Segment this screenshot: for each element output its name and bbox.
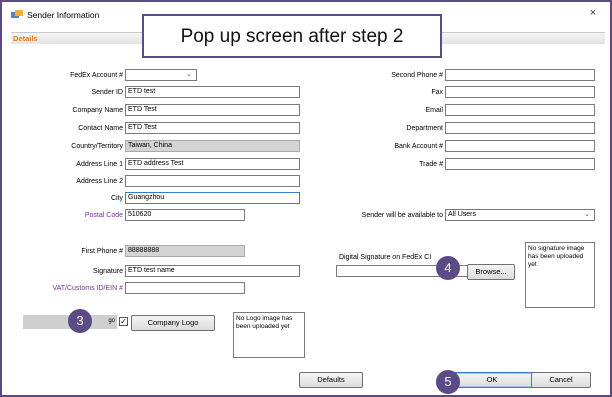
signature-label: Signature <box>93 268 123 275</box>
email-label: Email <box>425 107 443 114</box>
app-icon <box>11 10 23 18</box>
window-title: Sender Information <box>27 10 100 20</box>
signature-image-preview: No signature image has been uploaded yet <box>525 242 595 308</box>
department-label: Department <box>406 125 443 132</box>
city-input[interactable]: Guangzhou <box>125 192 300 204</box>
fax-input[interactable] <box>445 86 595 98</box>
address-line-2-label: Address Line 2 <box>76 178 123 185</box>
checkbox-checked-icon[interactable]: ✓ <box>119 317 128 326</box>
trade-input[interactable] <box>445 158 595 170</box>
city-label: City <box>110 195 123 202</box>
sender-id-label: Sender ID <box>91 89 123 96</box>
details-label: Details <box>13 34 38 43</box>
logo-path-text: go <box>108 318 115 324</box>
step-badge-5: 5 <box>436 370 460 394</box>
chevron-down-icon: ⌄ <box>186 71 192 78</box>
first-phone-label: First Phone # <box>81 248 123 255</box>
address-line-1-label: Address Line 1 <box>76 161 123 168</box>
address-line-2-input[interactable] <box>125 175 300 187</box>
address-line-1-input[interactable]: ETD address Test <box>125 158 300 170</box>
fedex-account-label: FedEx Account # <box>70 72 123 79</box>
step-badge-3: 3 <box>68 309 92 333</box>
vat-customs-label: VAT/Customs ID/EIN # <box>52 285 123 292</box>
browse-button[interactable]: Browse... <box>467 264 515 280</box>
fedex-account-dropdown[interactable]: ⌄ <box>125 69 197 81</box>
company-name-label: Company Name <box>72 107 123 114</box>
cancel-button[interactable]: Cancel <box>531 372 591 388</box>
logo-image-preview: No Logo image has been uploaded yet <box>233 312 305 358</box>
step-badge-4: 4 <box>436 256 460 280</box>
digital-signature-label: Digital Signature on FedEx CI <box>339 254 432 261</box>
chevron-down-icon: ⌄ <box>584 211 590 218</box>
second-phone-label: Second Phone # <box>391 72 443 79</box>
first-phone-input[interactable]: 88888888 <box>125 245 245 257</box>
sender-information-dialog: Sender Information × Details FedEx Accou… <box>3 2 608 395</box>
country-field: Taiwan, China <box>125 140 300 152</box>
close-icon[interactable]: × <box>586 6 600 20</box>
bank-account-label: Bank Account # <box>394 143 443 150</box>
signature-input[interactable]: ETD test name <box>125 265 300 277</box>
sender-id-input[interactable]: ETD test <box>125 86 300 98</box>
second-phone-input[interactable] <box>445 69 595 81</box>
sender-available-label: Sender will be available to <box>361 212 443 219</box>
country-label: Country/Territory <box>71 143 123 150</box>
defaults-button[interactable]: Defaults <box>299 372 363 388</box>
email-input[interactable] <box>445 104 595 116</box>
callout-text: Pop up screen after step 2 <box>180 26 404 47</box>
trade-label: Trade # <box>419 161 443 168</box>
contact-name-label: Contact Name <box>78 125 123 132</box>
company-name-input[interactable]: ETD Test <box>125 104 300 116</box>
vat-customs-input[interactable] <box>125 282 245 294</box>
postal-code-label: Postal Code <box>84 212 123 219</box>
postal-code-input[interactable]: 510620 <box>125 209 245 221</box>
sender-available-dropdown[interactable]: All Users ⌄ <box>445 209 595 221</box>
fax-label: Fax <box>431 89 443 96</box>
company-logo-button[interactable]: Company Logo <box>131 315 215 331</box>
bank-account-input[interactable] <box>445 140 595 152</box>
department-input[interactable] <box>445 122 595 134</box>
ok-button[interactable]: OK <box>447 372 537 388</box>
contact-name-input[interactable]: ETD Test <box>125 122 300 134</box>
callout-box: Pop up screen after step 2 <box>142 14 442 58</box>
